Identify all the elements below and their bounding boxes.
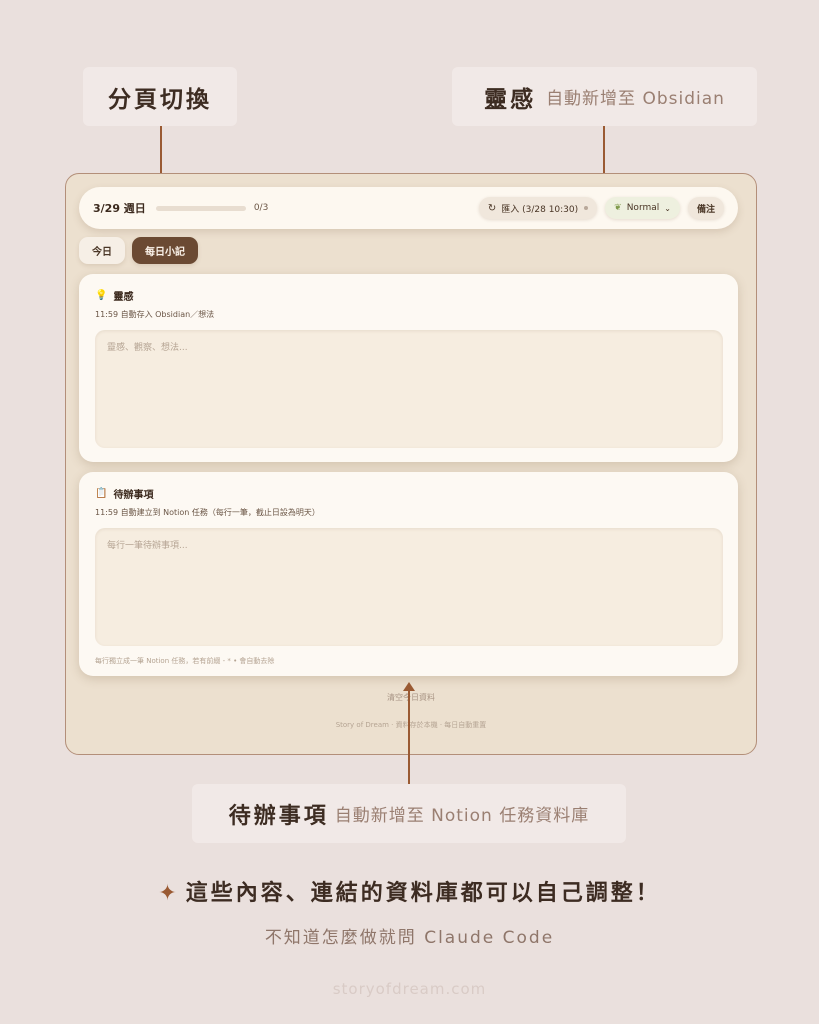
progress-bar (155, 205, 246, 211)
callout-inspiration-sub: 自動新增至 Obsidian (546, 89, 725, 109)
tab-today[interactable]: 今日 (79, 237, 125, 264)
note-label: 備注 (696, 204, 715, 215)
todo-title: 📋 待辦事項 (95, 486, 722, 501)
inspiration-subtitle: 11:59 自動存入 Obsidian／想法 (95, 310, 215, 319)
brand-watermark: storyofdream.com (332, 980, 487, 998)
todo-placeholder: 每行一筆待辦事項... (107, 541, 188, 551)
lightbulb-icon: 💡 (95, 290, 108, 301)
headline: ✦ 這些內容、連結的資料庫都可以自己調整！ (0, 875, 819, 907)
todo-textarea[interactable]: 每行一筆待辦事項... (95, 528, 723, 646)
chevron-down-icon: ⌄ (664, 203, 671, 213)
todo-title-text: 待辦事項 (113, 490, 154, 501)
tab-today-label: 今日 (92, 247, 112, 258)
callout-inspiration-label: 靈感 (484, 86, 537, 113)
inspiration-card: 💡 靈感 11:59 自動存入 Obsidian／想法 靈感、觀察、想法... (79, 274, 738, 462)
app-footer-note: Story of Dream · 資料存於本機 · 每日自動重置 (335, 721, 487, 729)
tab-daily-notes[interactable]: 每日小記 (132, 237, 198, 264)
memo-icon: 📋 (95, 488, 108, 499)
import-label: 匯入 (3/28 10:30) (501, 204, 579, 215)
status-dot (584, 206, 589, 210)
subline: 不知道怎麼做就問 Claude Code (264, 928, 555, 948)
mode-dropdown[interactable]: ❦ Normal ⌄ (605, 197, 680, 219)
inspiration-title-text: 靈感 (113, 292, 134, 303)
todo-footer-hint: 每行獨立成一筆 Notion 任務，若有前綴 - * • 會自動去除 (95, 657, 275, 665)
inspiration-textarea[interactable]: 靈感、觀察、想法... (95, 330, 723, 448)
callout-tab-switch: 分頁切換 (83, 67, 237, 126)
tab-bar: 今日 每日小記 (79, 237, 198, 264)
callout-todo-sub: 自動新增至 Notion 任務資料庫 (334, 806, 590, 826)
todo-card: 📋 待辦事項 11:59 自動建立到 Notion 任務（每行一筆，截止日設為明… (79, 472, 738, 676)
leaf-icon: ❦ (614, 203, 622, 213)
import-button[interactable]: ↻ 匯入 (3/28 10:30) (478, 197, 598, 219)
refresh-icon: ↻ (487, 202, 497, 214)
todo-subtitle: 11:59 自動建立到 Notion 任務（每行一筆，截止日設為明天） (95, 508, 320, 517)
callout-inspiration: 靈感 自動新增至 Obsidian (452, 67, 757, 126)
app-window: 3/29 週日 0/3 ↻ 匯入 (3/28 10:30) ❦ Normal ⌄… (65, 173, 757, 755)
callout-tab-switch-label: 分頁切換 (108, 86, 212, 113)
inspiration-title: 💡 靈感 (95, 288, 722, 303)
sparkle-icon: ✦ (158, 881, 180, 906)
headline-text: 這些內容、連結的資料庫都可以自己調整！ (185, 881, 661, 906)
arrow-to-todo (403, 682, 415, 784)
tab-daily-notes-label: 每日小記 (145, 247, 185, 258)
top-bar: 3/29 週日 0/3 ↻ 匯入 (3/28 10:30) ❦ Normal ⌄… (79, 187, 738, 229)
week-label: 3/29 週日 (93, 202, 146, 215)
note-button[interactable]: 備注 (687, 197, 724, 219)
mode-label: Normal (626, 203, 660, 213)
progress-count: 0/3 (253, 203, 269, 213)
clear-today-link[interactable]: 清空今日資料 (66, 692, 756, 703)
callout-todo: 待辦事項 自動新增至 Notion 任務資料庫 (192, 784, 626, 843)
callout-todo-label: 待辦事項 (228, 803, 329, 829)
inspiration-placeholder: 靈感、觀察、想法... (107, 343, 188, 353)
